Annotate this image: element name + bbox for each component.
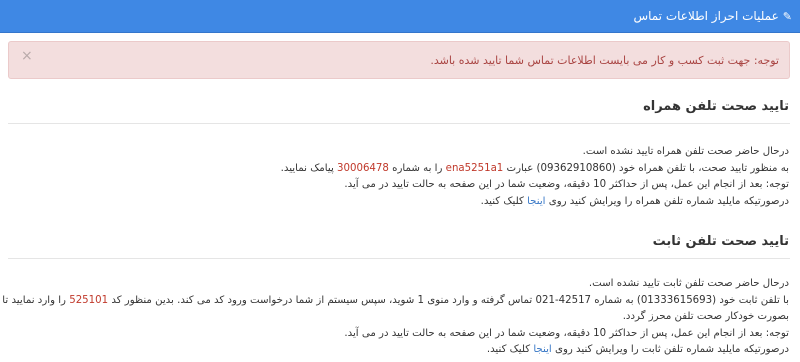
edit-landline-link[interactable]: اینجا bbox=[533, 344, 551, 355]
pencil-icon: ✎ bbox=[782, 9, 792, 23]
page-title: عملیات احراز اطلاعات تماس bbox=[633, 9, 779, 23]
landline-code: 525101 bbox=[69, 294, 109, 306]
mobile-instructions: درحال حاضر صحت تلفن همراه تایید نشده است… bbox=[8, 144, 790, 210]
mobile-status-text: درحال حاضر صحت تلفن همراه تایید نشده است… bbox=[582, 146, 789, 157]
landline-edit-line: درصورتیکه مایلید شماره تلفن ثابت را ویرا… bbox=[486, 344, 789, 355]
mobile-edit-line: درصورتیکه مایلید شماره تلفن همراه را ویر… bbox=[480, 195, 789, 207]
close-icon[interactable]: × bbox=[21, 48, 33, 64]
mobile-section-title: تایید صحت تلفن همراه bbox=[8, 99, 790, 124]
landline-section-title: تایید صحت تلفن ثابت bbox=[8, 234, 790, 259]
mobile-verification-section: تایید صحت تلفن همراه درحال حاضر صحت تلفن… bbox=[8, 99, 790, 210]
landline-instruction-line-2: بصورت خودکار صحت تلفن محرز گردد. bbox=[622, 311, 789, 322]
landline-instructions: درحال حاضر صحت تلفن ثابت تایید نشده است.… bbox=[2, 276, 790, 359]
landline-instruction-line: با تلفن ثابت خود (01333615693) به شماره … bbox=[2, 294, 789, 306]
sms-code: ena5251a1 bbox=[445, 162, 504, 174]
mobile-note-text: توجه: بعد از انجام این عمل، پس از حداکثر… bbox=[344, 179, 789, 190]
alert-text: توجه: جهت ثبت کسب و کار می بایست اطلاعات… bbox=[430, 53, 779, 67]
panel-heading: ✎ عملیات احراز اطلاعات تماس bbox=[0, 0, 800, 33]
mobile-instruction-line: به منظور تایید صحت، با تلفن همراه خود (0… bbox=[280, 162, 789, 174]
landline-note-text: توجه: بعد از انجام این عمل، پس از حداکثر… bbox=[344, 327, 789, 339]
warning-alert: توجه: جهت ثبت کسب و کار می بایست اطلاعات… bbox=[8, 41, 790, 79]
landline-verification-section: تایید صحت تلفن ثابت درحال حاضر صحت تلفن … bbox=[2, 234, 790, 359]
landline-status-text: درحال حاضر صحت تلفن ثابت تایید نشده است. bbox=[588, 278, 789, 289]
edit-mobile-link[interactable]: اینجا bbox=[527, 196, 545, 207]
sms-number: 30006478 bbox=[337, 162, 389, 174]
